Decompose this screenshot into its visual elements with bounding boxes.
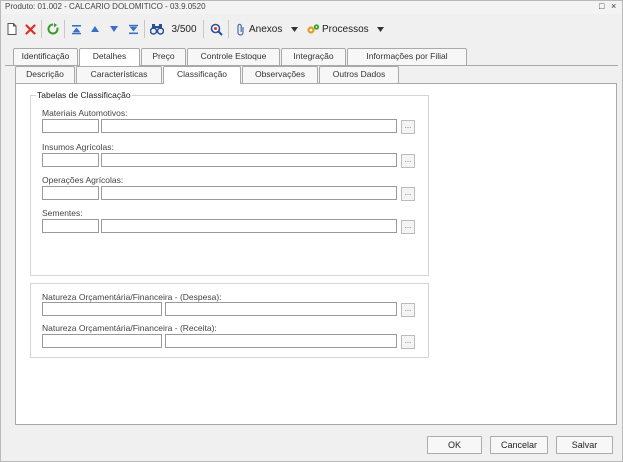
field-label: Sementes: xyxy=(42,208,83,218)
toolbar-separator xyxy=(144,20,145,38)
toolbar-separator xyxy=(203,20,204,38)
delete-icon[interactable] xyxy=(23,21,37,37)
tab-classificacao[interactable]: Classificação xyxy=(163,66,241,84)
natureza-despesa-code-input[interactable] xyxy=(42,302,162,316)
tab-controle-estoque[interactable]: Controle Estoque xyxy=(187,48,280,65)
button-bar: OK Cancelar Salvar xyxy=(1,425,622,461)
natureza-receita-description-input[interactable] xyxy=(165,334,397,348)
field-label: Operações Agrícolas: xyxy=(42,175,124,185)
sementes-code-input[interactable] xyxy=(42,219,99,233)
tab-preco[interactable]: Preço xyxy=(141,48,186,65)
refresh-icon[interactable] xyxy=(46,21,60,37)
cancel-button[interactable]: Cancelar xyxy=(490,436,548,454)
restore-button[interactable]: □ xyxy=(599,1,604,11)
toolbar: 3/500 Anexos Processos xyxy=(1,17,622,41)
chevron-down-icon[interactable] xyxy=(375,21,385,37)
insumos-agricolas-code-input[interactable] xyxy=(42,153,99,167)
field-label: Insumos Agrícolas: xyxy=(42,142,114,152)
primary-tab-row: Identificação Detalhes Preço Controle Es… xyxy=(1,48,622,66)
natureza-orcamentaria-group: Natureza Orçamentária/Financeira - (Desp… xyxy=(30,283,429,358)
processos-menu[interactable]: Processos xyxy=(322,21,372,37)
tab-identificacao[interactable]: Identificação xyxy=(13,48,78,65)
last-record-icon[interactable] xyxy=(126,21,140,37)
next-record-icon[interactable] xyxy=(107,21,121,37)
materiais-automotivos-description-input[interactable] xyxy=(101,119,397,133)
field-label: Natureza Orçamentária/Financeira - (Rece… xyxy=(42,323,217,333)
record-counter: 3/500 xyxy=(171,23,197,35)
toolbar-separator xyxy=(64,20,65,38)
group-title: Tabelas de Classificação xyxy=(36,90,132,100)
tab-detalhes[interactable]: Detalhes xyxy=(79,48,140,66)
first-record-icon[interactable] xyxy=(69,21,83,37)
window-title: Produto: 01.002 - CALCARIO DOLOMITICO - … xyxy=(5,2,206,11)
anexos-menu[interactable]: Anexos xyxy=(249,21,287,37)
natureza-receita-lookup-button[interactable]: ... xyxy=(401,335,415,349)
close-window-button[interactable]: × xyxy=(611,1,616,11)
materiais-automotivos-code-input[interactable] xyxy=(42,119,99,133)
natureza-despesa-description-input[interactable] xyxy=(165,302,397,316)
ok-button[interactable]: OK xyxy=(427,436,482,454)
insumos-agricolas-lookup-button[interactable]: ... xyxy=(401,154,415,168)
natureza-despesa-lookup-button[interactable]: ... xyxy=(401,303,415,317)
operacoes-agricolas-description-input[interactable] xyxy=(101,186,397,200)
materiais-automotivos-lookup-button[interactable]: ... xyxy=(401,120,415,134)
insumos-agricolas-description-input[interactable] xyxy=(101,153,397,167)
classificacao-pane: Tabelas de Classificação Materiais Autom… xyxy=(15,83,617,425)
save-button[interactable]: Salvar xyxy=(556,436,613,454)
sementes-lookup-button[interactable]: ... xyxy=(401,220,415,234)
processes-icon[interactable] xyxy=(305,21,321,37)
operacoes-agricolas-code-input[interactable] xyxy=(42,186,99,200)
field-label: Natureza Orçamentária/Financeira - (Desp… xyxy=(42,292,222,302)
product-window: Produto: 01.002 - CALCARIO DOLOMITICO - … xyxy=(0,0,623,462)
tab-outros-dados[interactable]: Outros Dados xyxy=(319,66,399,83)
toolbar-separator xyxy=(228,20,229,38)
secondary-tab-row: Descrição Características Classificação … xyxy=(1,66,622,84)
chevron-down-icon[interactable] xyxy=(289,21,299,37)
zoom-icon[interactable] xyxy=(208,21,224,37)
tab-integracao[interactable]: Integração xyxy=(281,48,346,65)
field-label: Materiais Automotivos: xyxy=(42,108,128,118)
tab-informacoes-filial[interactable]: Informações por Filial xyxy=(347,48,467,65)
natureza-receita-code-input[interactable] xyxy=(42,334,162,348)
attachment-icon[interactable] xyxy=(234,21,248,37)
binoculars-icon[interactable] xyxy=(149,21,165,37)
tab-descricao[interactable]: Descrição xyxy=(15,66,75,83)
sementes-description-input[interactable] xyxy=(101,219,397,233)
title-bar: Produto: 01.002 - CALCARIO DOLOMITICO - … xyxy=(1,1,622,14)
tab-caracteristicas[interactable]: Características xyxy=(76,66,162,83)
toolbar-separator xyxy=(41,20,42,38)
previous-record-icon[interactable] xyxy=(88,21,102,37)
classification-tables-group: Tabelas de Classificação Materiais Autom… xyxy=(30,90,429,276)
operacoes-agricolas-lookup-button[interactable]: ... xyxy=(401,187,415,201)
tab-observacoes[interactable]: Observações xyxy=(242,66,318,83)
new-document-icon[interactable] xyxy=(5,21,19,37)
